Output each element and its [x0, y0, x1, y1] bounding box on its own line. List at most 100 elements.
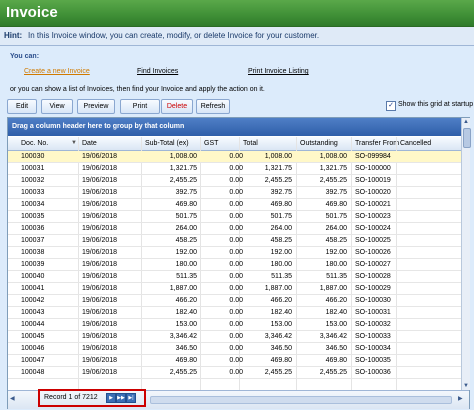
scroll-up-icon[interactable]: ▲: [462, 118, 470, 126]
col-outstanding[interactable]: Outstanding: [300, 140, 338, 147]
col-doc-no[interactable]: Doc. No.: [21, 140, 48, 147]
table-cell: 19/06/2018: [82, 201, 118, 208]
table-cell: 469.80: [325, 201, 347, 208]
table-cell: 100041: [21, 285, 45, 292]
table-row[interactable]: 100043 19/06/2018 182.40 0.00 182.40 182.40 SO…: [8, 307, 461, 319]
col-subtotal[interactable]: Sub-Total (ex): [145, 140, 189, 147]
table-cell: 469.80: [325, 357, 347, 364]
table-cell: 346.50: [270, 345, 292, 352]
view-button[interactable]: View: [41, 99, 73, 114]
table-cell: 1,008.00: [319, 153, 347, 160]
table-cell: SO-100028: [355, 273, 391, 280]
table-cell: 100046: [21, 345, 45, 352]
table-cell: SO-100000: [355, 165, 391, 172]
table-row[interactable]: 100035 19/06/2018 501.75 0.00 501.75 501.75 SO…: [8, 211, 461, 223]
table-cell: 192.00: [325, 249, 347, 256]
table-cell: 346.50: [175, 345, 197, 352]
create-invoice-link[interactable]: Create a new Invoice: [24, 68, 90, 75]
table-cell: 466.20: [325, 297, 347, 304]
table-row[interactable]: 100039 19/06/2018 180.00 0.00 180.00 180.00 SO…: [8, 259, 461, 271]
col-transfer-from[interactable]: Transfer From: [355, 140, 399, 147]
vertical-scrollbar[interactable]: ▲ ▼: [461, 118, 471, 390]
hint-bar: Hint: In this Invoice window, you can cr…: [0, 27, 474, 46]
table-cell: 19/06/2018: [82, 189, 118, 196]
table-row[interactable]: 100036 19/06/2018 264.00 0.00 264.00 264.00 SO…: [8, 223, 461, 235]
last-record-icon[interactable]: ▶|: [126, 393, 136, 403]
table-row[interactable]: 100041 19/06/2018 1,887.00 0.00 1,887.00 1,88…: [8, 283, 461, 295]
table-row[interactable]: 100040 19/06/2018 511.35 0.00 511.35 511.35 SO…: [8, 271, 461, 283]
table-row[interactable]: 100038 19/06/2018 192.00 0.00 192.00 192.00 SO…: [8, 247, 461, 259]
table-cell: 0.00: [229, 309, 243, 316]
table-row[interactable]: 100034 19/06/2018 469.80 0.00 469.80 469.80 SO…: [8, 199, 461, 211]
preview-button[interactable]: Preview: [77, 99, 115, 114]
table-row[interactable]: 100048 19/06/2018 2,455.25 0.00 2,455.25 2,45…: [8, 367, 461, 379]
table-cell: 100047: [21, 357, 45, 364]
table-cell: SO-100034: [355, 345, 391, 352]
table-cell: 100031: [21, 165, 45, 172]
table-cell: SO-100027: [355, 261, 391, 268]
table-row[interactable]: 100047 19/06/2018 469.80 0.00 469.80 469.80 SO…: [8, 355, 461, 367]
table-cell: 182.40: [175, 309, 197, 316]
table-cell: 19/06/2018: [82, 153, 118, 160]
table-cell: 458.25: [325, 237, 347, 244]
table-cell: 501.75: [175, 213, 197, 220]
table-cell: 2,455.25: [264, 177, 292, 184]
col-total[interactable]: Total: [243, 140, 258, 147]
table-cell: 0.00: [229, 261, 243, 268]
hint-text: In this Invoice window, you can create, …: [28, 31, 320, 40]
table-cell: 0.00: [229, 237, 243, 244]
table-cell: 1,321.75: [319, 165, 347, 172]
find-invoices-link[interactable]: Find Invoices: [137, 68, 178, 75]
scroll-thumb[interactable]: [463, 128, 471, 148]
horizontal-scroll-thumb[interactable]: [150, 396, 452, 404]
table-row[interactable]: 100042 19/06/2018 466.20 0.00 466.20 466.20 SO…: [8, 295, 461, 307]
table-cell: 0.00: [229, 153, 243, 160]
table-cell: 0.00: [229, 225, 243, 232]
table-cell: 1,008.00: [264, 153, 292, 160]
table-cell: 0.00: [229, 345, 243, 352]
scroll-right-icon[interactable]: ▶: [458, 395, 463, 402]
table-row[interactable]: 100045 19/06/2018 3,346.42 0.00 3,346.42 3,34…: [8, 331, 461, 343]
table-cell: 19/06/2018: [82, 261, 118, 268]
table-row[interactable]: 100046 19/06/2018 346.50 0.00 346.50 346.50 SO…: [8, 343, 461, 355]
show-grid-label: Show this grid at startup: [398, 101, 474, 108]
table-cell: 100039: [21, 261, 45, 268]
table-row[interactable]: 100037 19/06/2018 458.25 0.00 458.25 458.25 SO…: [8, 235, 461, 247]
col-gst[interactable]: GST: [204, 140, 218, 147]
table-cell: 100032: [21, 177, 45, 184]
delete-button[interactable]: Delete: [161, 99, 193, 114]
table-cell: 180.00: [175, 261, 197, 268]
table-cell: SO-100026: [355, 249, 391, 256]
table-cell: 469.80: [175, 201, 197, 208]
table-row[interactable]: 100044 19/06/2018 153.00 0.00 153.00 153.00 SO…: [8, 319, 461, 331]
scroll-down-icon[interactable]: ▼: [462, 382, 470, 390]
edit-button[interactable]: Edit: [7, 99, 37, 114]
table-cell: 0.00: [229, 177, 243, 184]
table-cell: 1,321.75: [169, 165, 197, 172]
table-cell: SO-100020: [355, 189, 391, 196]
show-grid-checkbox[interactable]: ✓: [386, 101, 396, 111]
next-page-icon[interactable]: ▶▶: [116, 393, 126, 403]
table-cell: 19/06/2018: [82, 309, 118, 316]
instruction-text: or you can show a list of Invoices, then…: [10, 86, 265, 93]
col-date[interactable]: Date: [82, 140, 97, 147]
scroll-left-icon[interactable]: ◀: [10, 395, 15, 402]
table-row[interactable]: 100032 19/06/2018 2,455.25 0.00 2,455.25 2,45…: [8, 175, 461, 187]
next-record-icon[interactable]: ▶: [106, 393, 116, 403]
table-cell: 0.00: [229, 201, 243, 208]
table-row[interactable]: 100031 19/06/2018 1,321.75 0.00 1,321.75 1,32…: [8, 163, 461, 175]
table-cell: 0.00: [229, 273, 243, 280]
print-invoice-listing-link[interactable]: Print Invoice Listing: [248, 68, 309, 75]
refresh-button[interactable]: Refresh: [196, 99, 230, 114]
table-row[interactable]: 100030 19/06/2018 1,008.00 0.00 1,008.00 1,00…: [8, 151, 461, 163]
col-cancelled[interactable]: Cancelled: [400, 140, 431, 147]
table-cell: 469.80: [270, 357, 292, 364]
group-by-panel[interactable]: Drag a column header here to group by th…: [8, 118, 461, 136]
table-cell: 0.00: [229, 249, 243, 256]
record-count: Record 1 of 7212: [44, 394, 98, 401]
print-button[interactable]: Print: [120, 99, 160, 114]
table-row[interactable]: 100033 19/06/2018 392.75 0.00 392.75 392.75 SO…: [8, 187, 461, 199]
table-cell: 180.00: [270, 261, 292, 268]
table-cell: 153.00: [270, 321, 292, 328]
table-cell: 100033: [21, 189, 45, 196]
